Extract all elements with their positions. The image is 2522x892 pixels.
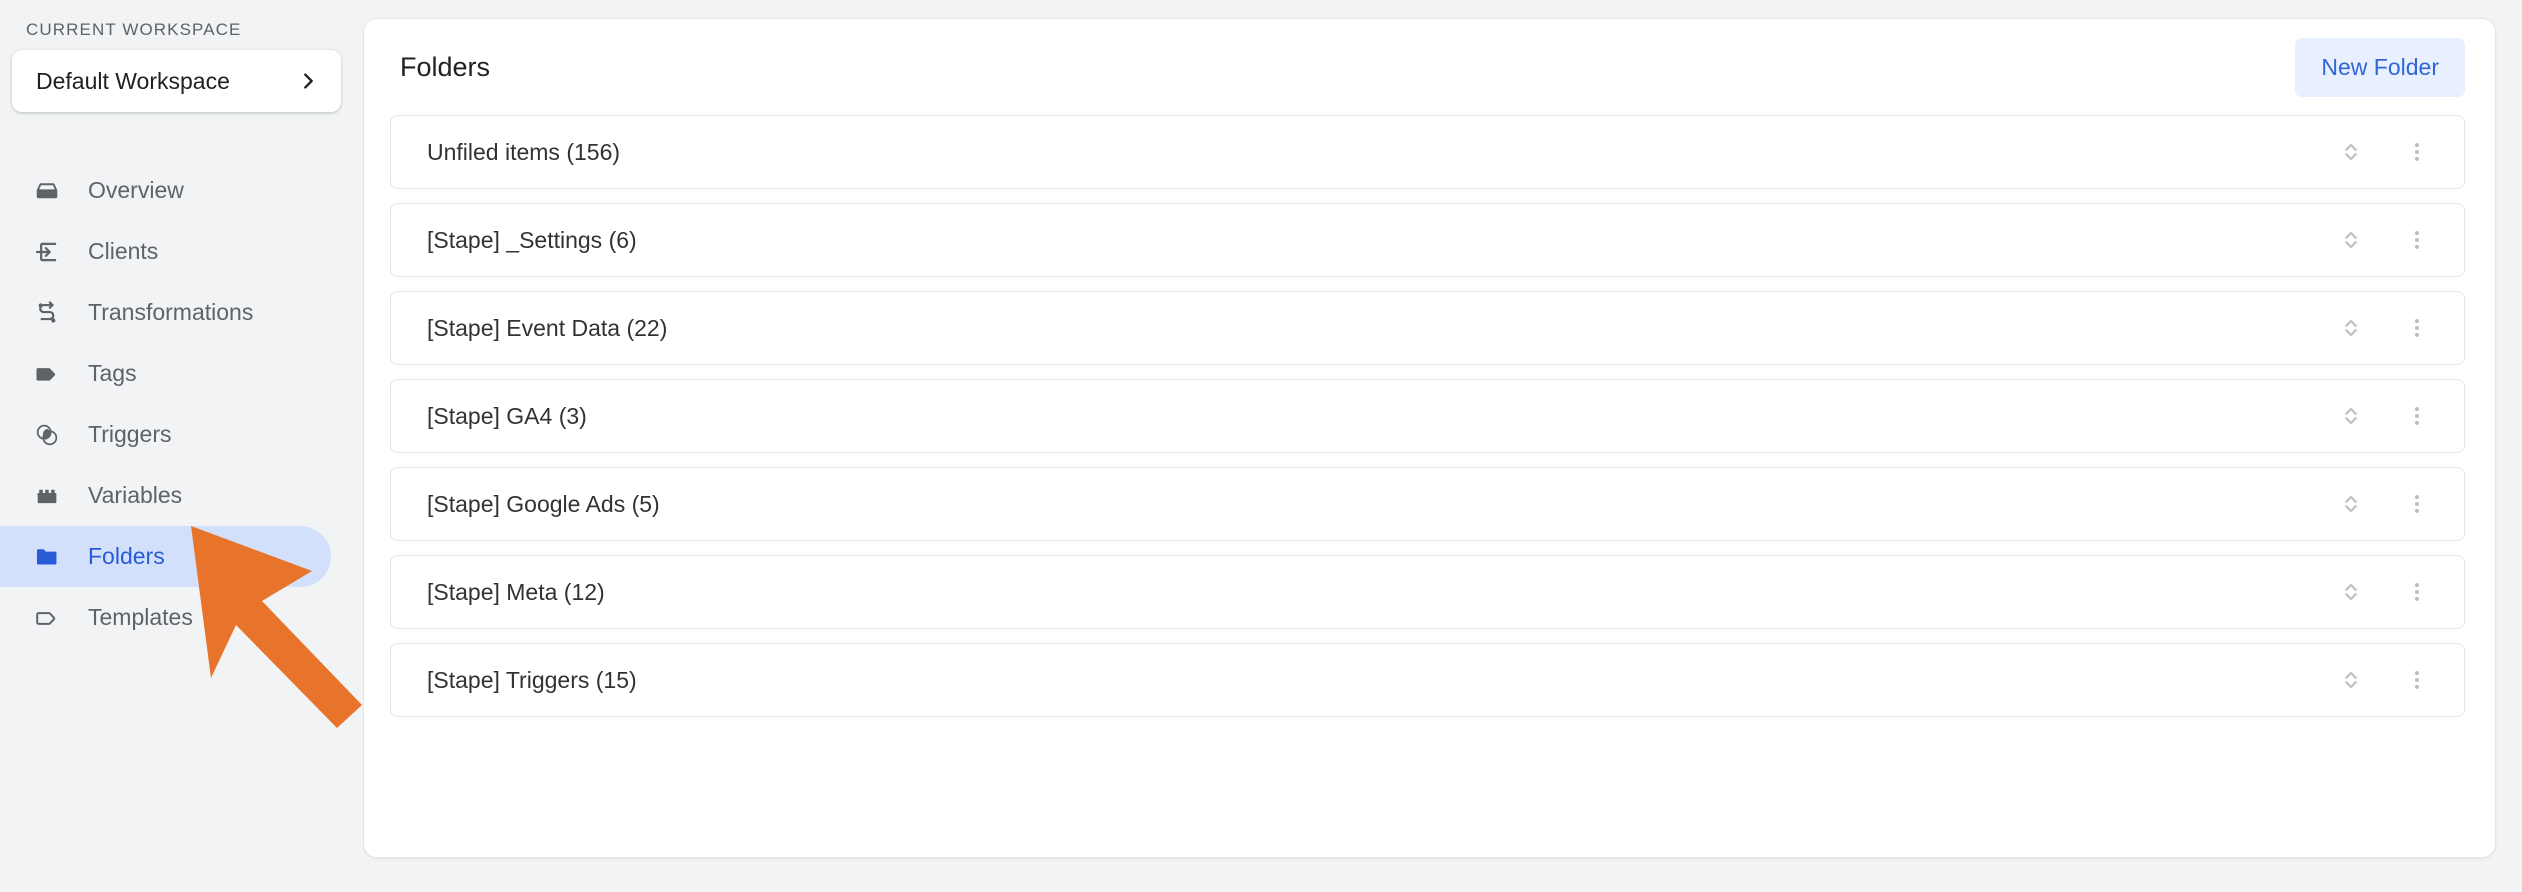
- row-actions: [2328, 305, 2440, 351]
- sort-updown-icon[interactable]: [2328, 481, 2374, 527]
- sidebar-item-label: Transformations: [88, 299, 254, 325]
- folder-name: [Stape] GA4 (3): [427, 402, 587, 429]
- sidebar-item-label: Folders: [88, 543, 165, 569]
- transform-node-icon: [32, 298, 62, 328]
- sidebar-item-variables[interactable]: Variables: [0, 465, 363, 526]
- app-root: CURRENT WORKSPACE Default Workspace Over…: [0, 0, 2522, 892]
- workspace-name: Default Workspace: [36, 67, 230, 94]
- folder-name: [Stape] Google Ads (5): [427, 490, 660, 517]
- login-arrow-icon: [32, 237, 62, 267]
- inbox-icon: [32, 176, 62, 206]
- sidebar-item-label: Clients: [88, 238, 159, 264]
- more-vertical-icon[interactable]: [2394, 305, 2440, 351]
- current-workspace-label: CURRENT WORKSPACE: [26, 20, 242, 39]
- sidebar-item-label: Variables: [88, 482, 183, 508]
- workspace-selector[interactable]: Default Workspace: [12, 50, 341, 112]
- page-title: Folders: [400, 51, 491, 82]
- folder-name: [Stape] Meta (12): [427, 578, 605, 605]
- sidebar-item-tags[interactable]: Tags: [0, 343, 363, 404]
- row-actions: [2328, 129, 2440, 175]
- folder-list: Unfiled items (156) [Stape] _Settings (6…: [364, 115, 2495, 717]
- sidebar-item-overview[interactable]: Overview: [0, 160, 363, 221]
- sort-updown-icon[interactable]: [2328, 305, 2374, 351]
- more-vertical-icon[interactable]: [2394, 217, 2440, 263]
- folder-row[interactable]: Unfiled items (156): [390, 115, 2465, 189]
- sidebar-item-templates[interactable]: Templates: [0, 587, 363, 648]
- folder-name: Unfiled items (156): [427, 138, 621, 165]
- sidebar-item-transformations[interactable]: Transformations: [0, 282, 363, 343]
- sidebar-item-label: Overview: [88, 177, 184, 203]
- folder-name: [Stape] Event Data (22): [427, 314, 668, 341]
- folder-row[interactable]: [Stape] Event Data (22): [390, 291, 2465, 365]
- new-folder-button[interactable]: New Folder: [2295, 37, 2465, 97]
- venn-circles-icon: [32, 420, 62, 450]
- sort-updown-icon[interactable]: [2328, 129, 2374, 175]
- row-actions: [2328, 393, 2440, 439]
- sidebar-item-folders[interactable]: Folders: [0, 526, 363, 587]
- sort-updown-icon[interactable]: [2328, 569, 2374, 615]
- sort-updown-icon[interactable]: [2328, 657, 2374, 703]
- row-actions: [2328, 657, 2440, 703]
- sidebar-item-label: Templates: [88, 604, 193, 630]
- brick-icon: [32, 481, 62, 511]
- folder-row[interactable]: [Stape] GA4 (3): [390, 379, 2465, 453]
- folder-name: [Stape] Triggers (15): [427, 666, 637, 693]
- tag-filled-icon: [32, 359, 62, 389]
- folders-panel: Folders New Folder Unfiled items (156) […: [363, 18, 2496, 858]
- folder-filled-icon: [32, 542, 62, 572]
- sidebar-item-clients[interactable]: Clients: [0, 221, 363, 282]
- sort-updown-icon[interactable]: [2328, 217, 2374, 263]
- more-vertical-icon[interactable]: [2394, 393, 2440, 439]
- tag-outline-icon: [32, 603, 62, 633]
- sort-updown-icon[interactable]: [2328, 393, 2374, 439]
- sidebar-item-triggers[interactable]: Triggers: [0, 404, 363, 465]
- sidebar-item-label: Tags: [88, 360, 137, 386]
- row-actions: [2328, 217, 2440, 263]
- folder-name: [Stape] _Settings (6): [427, 226, 637, 253]
- folder-row[interactable]: [Stape] Triggers (15): [390, 643, 2465, 717]
- chevron-right-icon: [297, 70, 319, 92]
- row-actions: [2328, 569, 2440, 615]
- more-vertical-icon[interactable]: [2394, 569, 2440, 615]
- folder-row[interactable]: [Stape] _Settings (6): [390, 203, 2465, 277]
- panel-header: Folders New Folder: [364, 19, 2495, 115]
- sidebar: CURRENT WORKSPACE Default Workspace Over…: [0, 0, 363, 892]
- folder-row[interactable]: [Stape] Meta (12): [390, 555, 2465, 629]
- folder-row[interactable]: [Stape] Google Ads (5): [390, 467, 2465, 541]
- sidebar-nav: Overview Clients Transformations Tags Tr…: [0, 160, 363, 648]
- row-actions: [2328, 481, 2440, 527]
- more-vertical-icon[interactable]: [2394, 657, 2440, 703]
- main-content: Folders New Folder Unfiled items (156) […: [363, 0, 2522, 892]
- more-vertical-icon[interactable]: [2394, 129, 2440, 175]
- sidebar-item-label: Triggers: [88, 421, 172, 447]
- more-vertical-icon[interactable]: [2394, 481, 2440, 527]
